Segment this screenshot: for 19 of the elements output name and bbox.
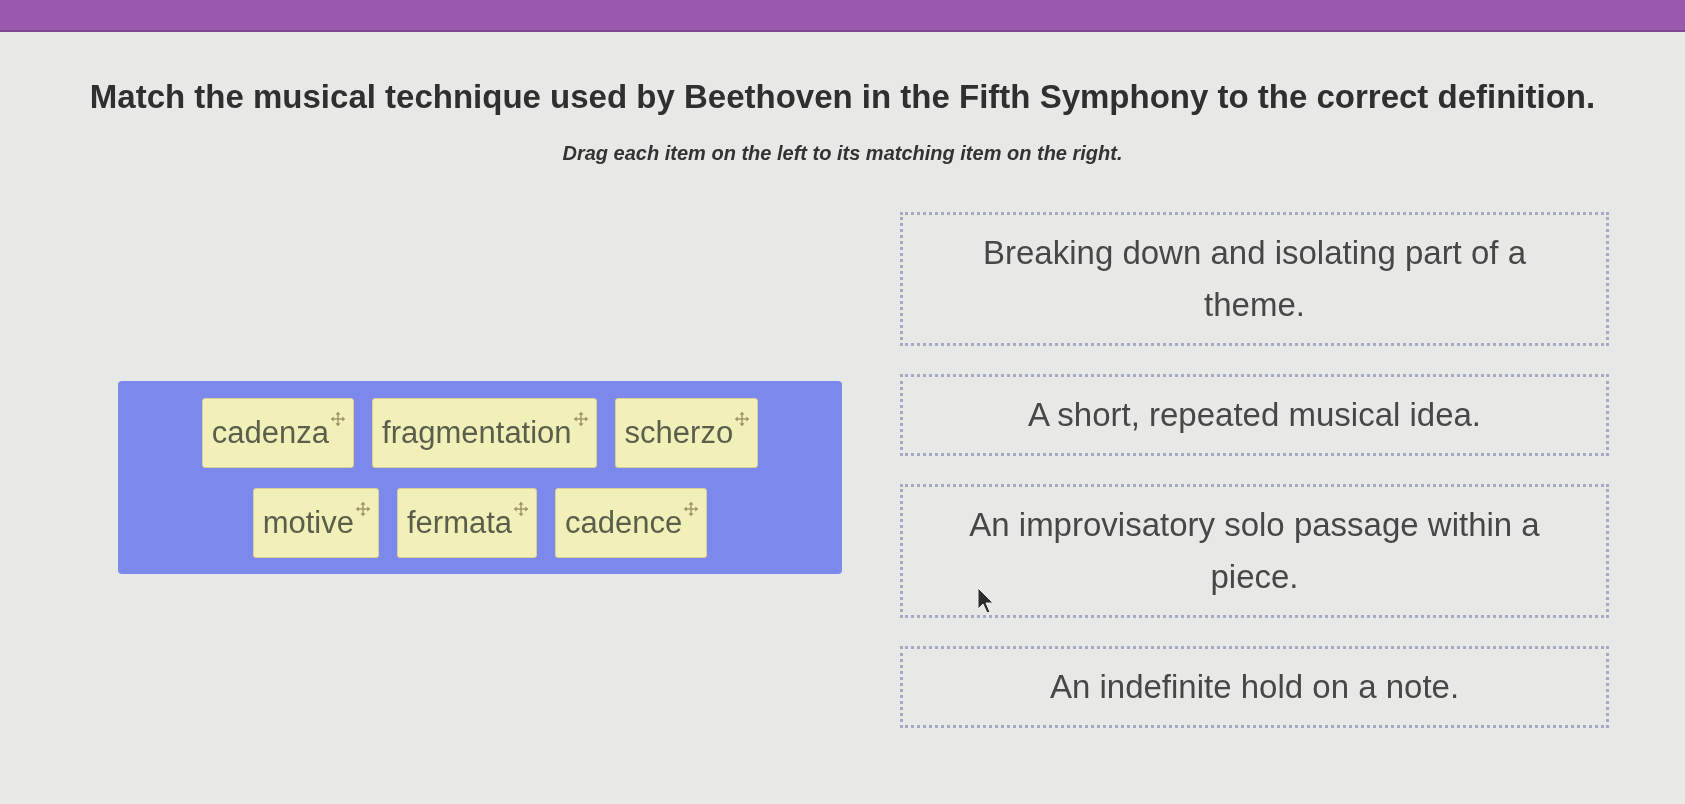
drop-zone[interactable]: An indefinite hold on a note.	[900, 646, 1609, 728]
answer-tile[interactable]: motive	[252, 487, 379, 558]
instructions-text: Drag each item on the left to its matching item on the right.	[562, 141, 1123, 166]
answer-tile[interactable]: cadenza	[201, 397, 355, 468]
cursor-icon	[977, 587, 995, 615]
move-icon	[573, 411, 588, 426]
drop-zone[interactable]: A short, repeated musical idea.	[900, 374, 1609, 456]
answer-tile[interactable]: fermata	[397, 487, 538, 558]
drop-zone[interactable]: Breaking down and isolating part of a theme.	[900, 212, 1609, 346]
move-icon	[514, 501, 529, 516]
move-icon	[684, 501, 699, 516]
move-icon	[331, 411, 346, 426]
answer-tile[interactable]: fragmentation	[372, 397, 597, 468]
move-icon	[356, 501, 370, 516]
answer-tile[interactable]: cadence	[555, 487, 708, 558]
move-icon	[735, 411, 750, 426]
question-title: Match the musical technique used by Beethoven in the Fifth Symphony to the correct definition.	[89, 77, 1596, 117]
answer-tile[interactable]: scherzo	[614, 397, 759, 468]
drop-zone[interactable]: An improvisatory solo passage within a piece.	[900, 484, 1609, 618]
